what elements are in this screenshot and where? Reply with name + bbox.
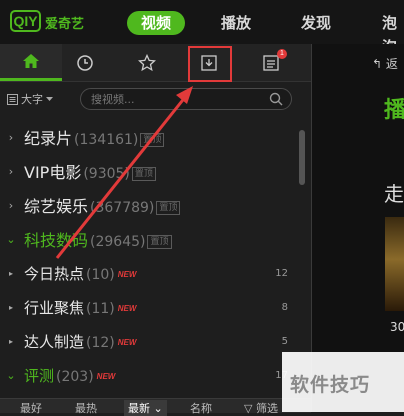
annotation-arrow [55,86,193,259]
watermark: 软件技巧 [282,352,404,412]
